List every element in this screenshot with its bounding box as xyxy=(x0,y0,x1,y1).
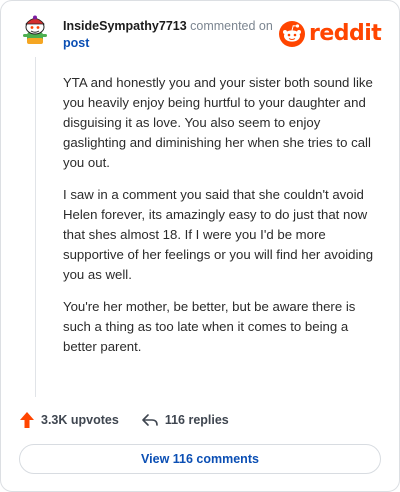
commented-on-text: commented on xyxy=(190,19,273,33)
comment-paragraph: You're her mother, be better, but be awa… xyxy=(63,299,356,354)
comment-actions: 3.3K upvotes 116 replies xyxy=(19,410,229,430)
thread-line[interactable] xyxy=(35,57,36,397)
reply-arrow-icon xyxy=(142,414,158,426)
reddit-wordmark: reddit xyxy=(309,21,382,46)
reddit-logo: reddit xyxy=(279,20,382,48)
post-link[interactable]: post xyxy=(63,35,89,51)
upvote-arrow-icon xyxy=(20,412,34,428)
comment-paragraph: YTA and honestly you and your sister bot… xyxy=(63,75,373,170)
comment-header: InsideSympathy7713 commented on xyxy=(63,18,273,34)
user-avatar-icon[interactable] xyxy=(21,15,49,47)
reddit-snoo-icon xyxy=(279,21,305,47)
username-link[interactable]: InsideSympathy7713 xyxy=(63,19,187,33)
reply-count: 116 replies xyxy=(164,413,229,427)
comment-body: YTA and honestly you and your sister bot… xyxy=(63,73,381,369)
comment-card: InsideSympathy7713 commented on post red… xyxy=(0,0,400,492)
comment-paragraph: I saw in a comment you said that she cou… xyxy=(63,187,374,282)
replies-button[interactable]: 116 replies xyxy=(141,412,229,428)
upvote-button[interactable]: 3.3K upvotes xyxy=(19,411,119,429)
upvote-count: 3.3K upvotes xyxy=(41,413,119,427)
view-comments-button[interactable]: View 116 comments xyxy=(19,444,381,474)
